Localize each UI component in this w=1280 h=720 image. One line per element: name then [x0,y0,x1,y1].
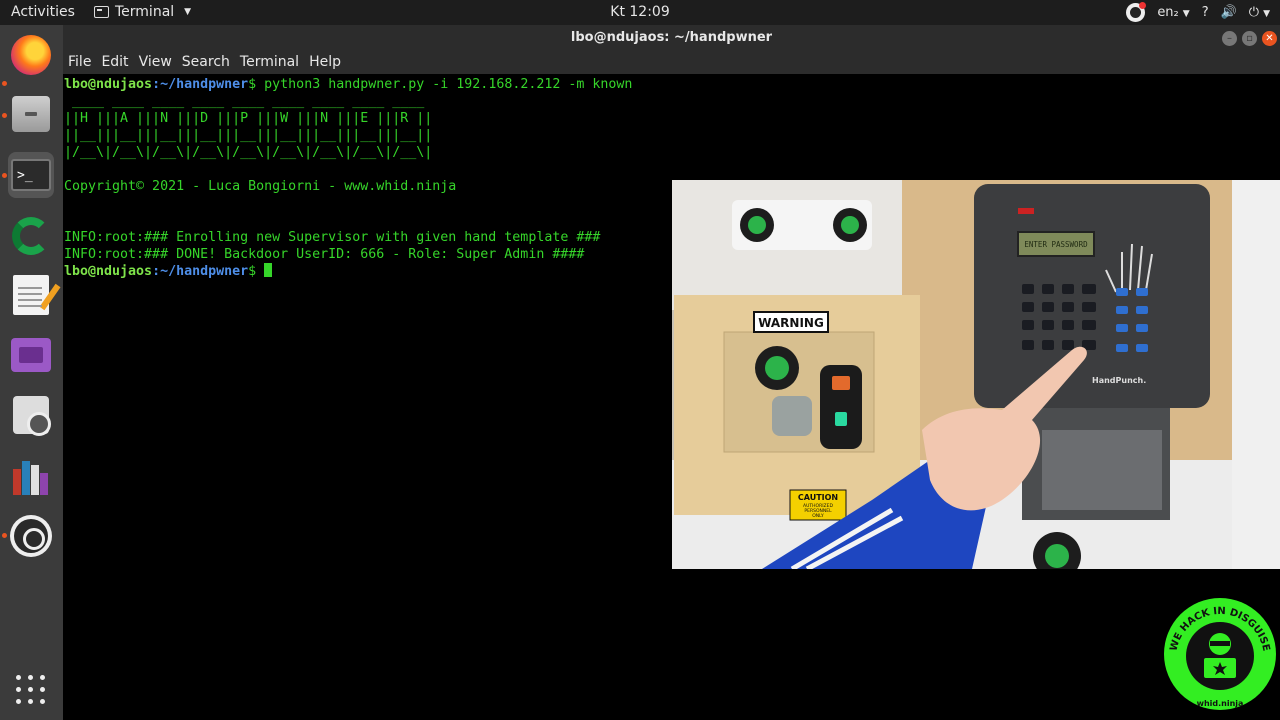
app-menu[interactable]: Terminal ▼ [94,4,191,20]
firefox-icon [11,35,51,75]
menu-bar: File Edit View Search Terminal Help [63,52,1280,74]
webcam-icon [13,396,51,436]
maximize-button[interactable]: ▫ [1242,31,1257,46]
warning-text: WARNING [758,316,824,330]
banner-line: ||H |||A |||N |||D |||P |||W |||N |||E |… [64,111,433,126]
files-icon [12,96,50,132]
prompt-path: :~/handpwner [152,77,249,92]
running-indicator [2,173,7,178]
video-icon [11,338,51,372]
webcam-overlay: WARNING CAUTION AUTHORIZED PERSONNEL ONL… [672,180,1280,569]
help-icon[interactable]: ? [1202,5,1209,20]
dock-text-editor[interactable] [8,272,54,318]
caret-down-icon: ▼ [1182,9,1190,19]
app-menu-label: Terminal [115,4,175,20]
banner-line: ____ ____ ____ ____ ____ ____ ____ ____ … [64,94,425,109]
prompt-user: lbo@ndujaos [64,264,153,279]
window-titlebar[interactable]: lbo@ndujaos: ~/handpwner – ▫ ✕ [63,25,1280,52]
sticker-center-icon [841,216,859,234]
badge-svg: WE HACK IN DISGUISE whid.ninja [1164,598,1276,710]
handpunch-device [974,184,1210,408]
prompt-path: :~/handpwner [152,264,249,279]
dock-sync[interactable] [8,213,54,259]
menu-file[interactable]: File [68,52,97,74]
hand-plate [1042,430,1162,510]
clock-wrapper: Kt 12:09 [0,4,1280,20]
caret-down-icon: ▼ [184,7,192,17]
power-menu[interactable]: ⏻ ▼ [1249,5,1270,20]
menu-view[interactable]: View [139,52,178,74]
sync-icon [12,217,50,255]
dock-firefox[interactable] [8,32,54,78]
webcam-scene: WARNING CAUTION AUTHORIZED PERSONNEL ONL… [672,180,1280,569]
menu-search[interactable]: Search [182,52,236,74]
prompt-symbol: $ [248,77,257,92]
sticker-center-icon [1045,544,1069,568]
dock-terminal[interactable]: >_ [8,152,54,198]
dock-video[interactable] [8,332,54,378]
text-editor-icon [13,275,49,315]
running-indicator [2,533,7,538]
menu-edit[interactable]: Edit [101,52,134,74]
sticker-center-icon [748,216,766,234]
banner-line: ||__|||__|||__|||__|||__|||__|||__|||__|… [64,128,433,143]
right-white-panel [1232,180,1280,569]
dock: >_ [0,25,63,720]
command-text: python3 handpwner.py -i 192.168.2.212 -m… [256,77,633,92]
sticker-center-icon [765,356,789,380]
terminal-app-icon [94,6,109,18]
menu-help[interactable]: Help [309,52,347,74]
dock-files[interactable] [8,91,54,137]
obs-recording-icon[interactable] [1126,2,1147,22]
badge-inner-circle [1186,622,1254,690]
activities-button[interactable]: Activities [11,4,75,20]
caution-title: CAUTION [798,493,838,502]
power-icon: ⏻ [1248,5,1260,20]
text-cursor [264,263,273,277]
volume-icon[interactable]: 🔊 [1221,5,1237,20]
lock-sensor-icon [835,412,847,426]
device-brand: HandPunch. [1092,376,1146,385]
input-method-menu[interactable]: en₂ ▼ [1157,5,1189,20]
top-bar: Activities Terminal ▼ Kt 12:09 en₂ ▼ ? 🔊 … [0,0,1280,25]
caution-line: ONLY [812,513,824,519]
running-indicator [2,81,7,86]
dock-webcam[interactable] [8,392,54,438]
dock-obs[interactable] [8,513,54,559]
command-line: lbo@ndujaos:~/handpwner$ python3 handpwn… [64,76,1280,93]
running-indicator [2,113,7,118]
device-logo-icon [1018,208,1034,214]
dock-library[interactable] [8,453,54,499]
prompt-user: lbo@ndujaos [64,77,153,92]
close-button[interactable]: ✕ [1262,31,1277,46]
menu-terminal[interactable]: Terminal [240,52,305,74]
show-applications-button[interactable] [8,667,54,713]
badge-bottom-text: whid.ninja [1197,699,1244,708]
prompt-symbol: $ [248,264,257,279]
lock-led-icon [832,376,850,390]
obs-icon [10,515,52,557]
clock[interactable]: Kt 12:09 [610,4,669,20]
ninja-mask-icon [1210,641,1230,646]
banner-line: |/__\|/__\|/__\|/__\|/__\|/__\|/__\|/__\… [64,145,433,160]
minimize-button[interactable]: – [1222,31,1237,46]
terminal-icon: >_ [11,159,51,191]
books-icon [11,457,51,495]
language-label: en₂ [1157,5,1179,20]
system-tray: en₂ ▼ ? 🔊 ⏻ ▼ [1126,2,1270,22]
fingerprint-reader [772,396,812,436]
whid-badge-logo: WE HACK IN DISGUISE whid.ninja [1162,596,1278,712]
caret-down-icon: ▼ [1263,9,1270,19]
apps-grid-icon [16,675,46,705]
lcd-text: ENTER PASSWORD [1024,240,1088,249]
window-title: lbo@ndujaos: ~/handpwner [570,30,773,45]
